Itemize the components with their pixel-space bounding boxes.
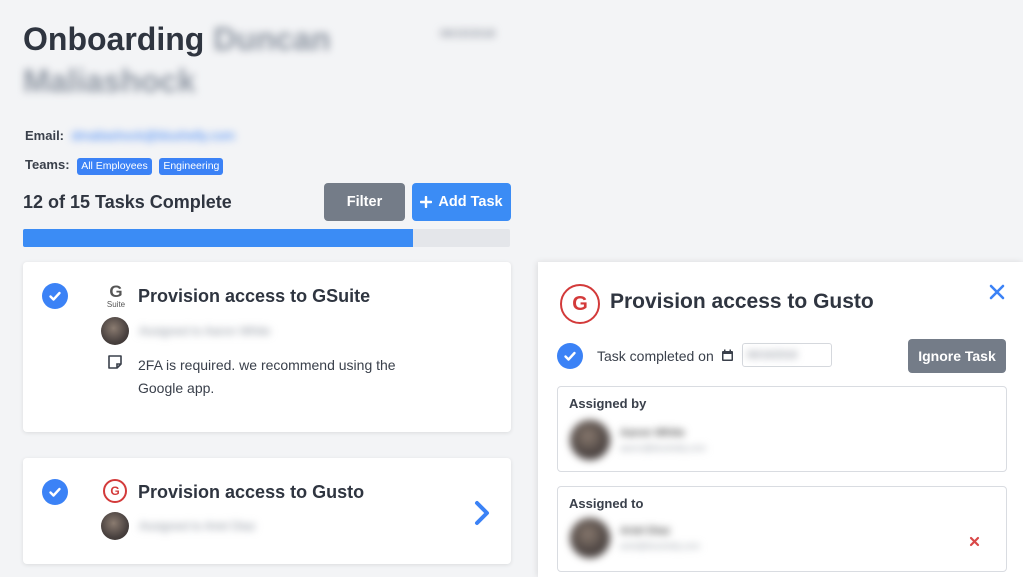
email-label: Email: [25,128,65,143]
task-completed-label: Task completed on [597,348,714,364]
page-title-prefix: Onboarding [23,21,205,57]
completed-date-input[interactable]: 06/16/2018 [742,343,832,367]
gusto-logo-icon: G [103,479,127,503]
task-card-gusto[interactable] [23,458,511,564]
completed-date-value: 06/16/2018 [747,349,798,361]
avatar [101,317,129,345]
assigned-by-label: Assigned by [569,396,647,411]
avatar [570,518,610,558]
chevron-right-icon[interactable] [472,500,492,526]
add-task-button[interactable]: Add Task [412,183,511,221]
gusto-logo-letter: G [110,484,120,498]
assignee-text: Assigned to Aaron White [139,324,271,338]
plus-icon [420,196,433,208]
gsuite-logo-icon: G Suite [105,282,127,309]
page-title: Onboarding Duncan Maliashock [23,18,353,102]
avatar [570,420,610,460]
filter-button[interactable]: Filter [324,183,405,221]
tasks-progress-text: 12 of 15 Tasks Complete [23,192,232,212]
check-circle-icon[interactable] [557,343,583,369]
assigned-to-person: Ariel Diaz ariel@blushelly.com [570,518,700,558]
header-date: 06/15/2018 [440,28,496,40]
teams-label: Teams: [25,157,70,172]
gusto-logo-letter: G [572,292,588,315]
teams-row: Teams: All Employees Engineering [25,157,224,175]
task-assignee-gsuite: Assigned to Aaron White [101,317,270,345]
avatar [101,512,129,540]
check-circle-icon[interactable] [42,283,68,309]
team-badge-engineering[interactable]: Engineering [159,158,224,175]
ignore-task-button-label: Ignore Task [918,348,996,364]
task-assignee-gusto: Assigned to Ariel Diaz [101,512,256,540]
person-name: Ariel Diaz [620,525,671,537]
assigned-by-person: Aaron White aaron@blushelly.com [570,420,706,460]
check-circle-icon[interactable] [42,479,68,505]
ignore-task-button[interactable]: Ignore Task [908,339,1006,373]
gsuite-logo-g: G [109,282,123,301]
close-icon[interactable] [988,283,1006,301]
filter-button-label: Filter [346,194,383,210]
team-badge-all-employees[interactable]: All Employees [77,158,152,175]
assignee-text: Assigned to Ariel Diaz [139,519,256,533]
panel-title: Provision access to Gusto [610,290,874,313]
progress-bar [23,229,510,247]
email-row: Email: dmaliashock@blushelly.com [25,128,235,143]
task-note-text: 2FA is required. we recommend using the … [138,357,396,396]
email-link[interactable]: dmaliashock@blushelly.com [72,128,235,143]
add-task-button-label: Add Task [438,194,503,210]
calendar-icon [722,349,733,361]
assigned-to-label: Assigned to [569,496,644,511]
person-email: ariel@blushelly.com [620,541,700,551]
person-email: aaron@blushelly.com [620,443,707,453]
gsuite-logo-suite: Suite [106,300,126,309]
task-title-gusto: Provision access to Gusto [138,482,365,502]
gusto-logo-icon: G [560,284,600,324]
progress-bar-fill [23,229,413,247]
person-name: Aaron White [620,427,685,439]
note-icon [108,355,122,369]
task-title-gsuite: Provision access to GSuite [138,286,371,306]
remove-icon[interactable] [969,536,980,547]
